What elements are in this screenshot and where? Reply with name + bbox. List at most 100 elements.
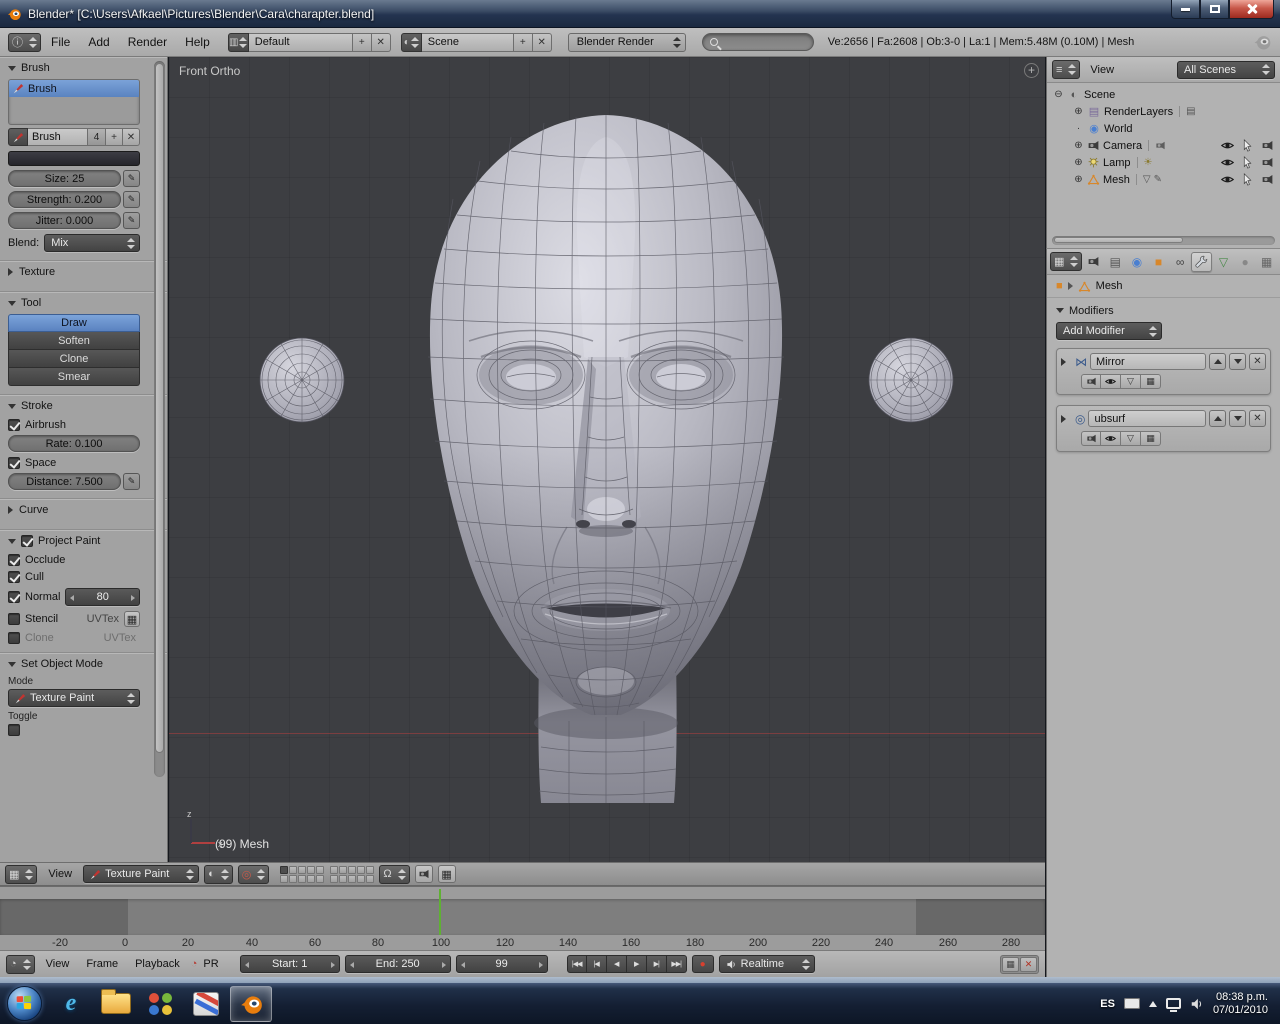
selectability-cursor-icon[interactable]	[1241, 156, 1254, 169]
frame-end-field[interactable]: End: 250	[345, 955, 451, 973]
screen-icon-button[interactable]: ▦	[1002, 957, 1019, 972]
scene-delete-button[interactable]: ✕	[533, 33, 552, 52]
modifier-name-field[interactable]: Mirror	[1090, 353, 1206, 370]
modifier-expand-icon[interactable]	[1061, 358, 1066, 366]
panel-stroke-header[interactable]: Stroke	[8, 398, 161, 414]
modifier-delete-button[interactable]: ✕	[1249, 410, 1266, 427]
selectability-cursor-icon[interactable]	[1241, 173, 1254, 186]
occlude-checkbox[interactable]	[8, 554, 20, 566]
size-pressure-toggle[interactable]: ✎	[123, 170, 140, 187]
interaction-mode-select[interactable]: Texture Paint	[83, 865, 199, 883]
brush-preview-selected[interactable]: Brush	[9, 80, 139, 97]
network-monitor-icon[interactable]	[1166, 998, 1181, 1009]
modifier-move-up-button[interactable]	[1209, 410, 1226, 427]
screen-layout-delete-button[interactable]: ✕	[372, 33, 391, 52]
brush-unlink-button[interactable]: ✕	[123, 128, 140, 146]
search-input[interactable]	[702, 33, 814, 51]
tab-object[interactable]: ■	[1148, 252, 1169, 272]
preview-range-clock-icon[interactable]: ◔	[191, 958, 198, 970]
renderability-camera-icon[interactable]	[1261, 139, 1274, 152]
toggle-checkbox[interactable]	[8, 724, 20, 736]
timeline-ruler[interactable]: -20 0 20 40 60 80 100 120 140 160 180 20…	[0, 886, 1045, 950]
brush-size-slider[interactable]: Size: 25	[8, 170, 121, 187]
jitter-pressure-toggle[interactable]: ✎	[123, 212, 140, 229]
snap-toggle[interactable]: Ω	[379, 865, 409, 884]
modifier-realtime-toggle[interactable]	[1101, 431, 1121, 446]
scrollbar-thumb[interactable]	[1054, 237, 1183, 243]
panel-object-mode-header[interactable]: Set Object Mode	[8, 656, 161, 672]
clone-checkbox[interactable]	[8, 632, 20, 644]
next-keyframe-button[interactable]: ▶|	[647, 955, 667, 973]
brush-add-button[interactable]: +	[106, 128, 123, 146]
taskbar-explorer-button[interactable]	[95, 986, 137, 1022]
modifier-move-down-button[interactable]	[1229, 353, 1246, 370]
layer-cell-active[interactable]	[280, 866, 288, 874]
volume-icon[interactable]	[1190, 997, 1204, 1011]
renderability-camera-icon[interactable]	[1261, 173, 1274, 186]
distance-slider[interactable]: Distance: 7.500	[8, 473, 121, 490]
brush-color-swatch[interactable]	[8, 151, 140, 166]
timeline-menu-frame[interactable]: Frame	[80, 958, 124, 970]
editor-type-button-properties[interactable]: ▦	[1050, 252, 1082, 271]
show-hidden-icons-button[interactable]	[1149, 1001, 1157, 1007]
taskbar-paint-button[interactable]	[185, 986, 227, 1022]
current-frame-field[interactable]: 99	[456, 955, 548, 973]
strength-pressure-toggle[interactable]: ✎	[123, 191, 140, 208]
scene-add-button[interactable]: +	[514, 33, 533, 52]
renderability-camera-icon[interactable]	[1261, 156, 1274, 169]
collapse-icon[interactable]: ⊖	[1053, 89, 1064, 100]
modifier-cage-toggle[interactable]: ▦	[1141, 431, 1161, 446]
stencil-checkbox[interactable]	[8, 613, 20, 625]
modifier-editmode-toggle[interactable]: ▽	[1121, 374, 1141, 389]
menu-help[interactable]: Help	[177, 29, 218, 56]
airbrush-checkbox[interactable]	[8, 419, 20, 431]
brush-strength-slider[interactable]: Strength: 0.200	[8, 191, 121, 208]
current-frame-cursor[interactable]	[439, 889, 441, 935]
3d-viewport[interactable]: Front Ortho (99) Mesh + x z	[169, 57, 1045, 862]
window-titlebar[interactable]: Blender* [C:\Users\Afkael\Pictures\Blend…	[0, 0, 1280, 28]
taskbar-blender-button[interactable]	[230, 986, 272, 1022]
screen-layout-icon[interactable]: ▥	[228, 33, 249, 52]
tab-world[interactable]: ◉	[1127, 252, 1148, 272]
brush-jitter-slider[interactable]: Jitter: 0.000	[8, 212, 121, 229]
screen-layout-value[interactable]: Default	[249, 33, 353, 52]
keyboard-icon[interactable]	[1124, 998, 1140, 1009]
project-paint-checkbox[interactable]	[21, 535, 33, 547]
timeline-menu-view[interactable]: View	[40, 958, 76, 970]
mode-select[interactable]: Texture Paint	[8, 689, 140, 707]
prev-keyframe-button[interactable]: |◀	[587, 955, 607, 973]
space-checkbox[interactable]	[8, 457, 20, 469]
render-result-icon[interactable]: ▤	[1186, 106, 1195, 117]
editor-type-button-outliner[interactable]: ≡	[1052, 60, 1080, 79]
normal-checkbox[interactable]	[8, 591, 20, 603]
editor-type-button-3dview[interactable]: ▦	[5, 865, 37, 884]
visibility-eye-icon[interactable]	[1221, 156, 1234, 169]
taskbar-app-button[interactable]	[140, 986, 182, 1022]
tool-soften-button[interactable]: Soften	[8, 332, 140, 350]
tree-row-world[interactable]: · ◉ World	[1053, 120, 1280, 137]
viewport-shading-select[interactable]: ◐	[204, 865, 233, 884]
viewport-menu-view[interactable]: View	[42, 868, 78, 880]
tab-modifiers[interactable]	[1191, 252, 1212, 272]
outliner-h-scrollbar[interactable]	[1052, 236, 1275, 245]
panel-texture-header[interactable]: Texture	[8, 264, 161, 280]
brush-icon-button[interactable]	[8, 128, 28, 146]
play-button[interactable]: ▶	[627, 955, 647, 973]
cull-checkbox[interactable]	[8, 571, 20, 583]
scene-icon[interactable]: ◐	[401, 33, 422, 52]
modifier-render-toggle[interactable]	[1081, 374, 1101, 389]
modifier-move-up-button[interactable]	[1209, 353, 1226, 370]
preview-range-label[interactable]: PR	[202, 958, 224, 970]
tree-row-scene[interactable]: ⊖ ◐ Scene	[1053, 86, 1280, 103]
menu-render[interactable]: Render	[120, 29, 175, 56]
modifier-expand-icon[interactable]	[1061, 415, 1066, 423]
modifier-editmode-toggle[interactable]: ▽	[1121, 431, 1141, 446]
render-engine-select[interactable]: Blender Render	[568, 33, 686, 52]
tool-smear-button[interactable]: Smear	[8, 368, 140, 386]
tab-constraints[interactable]: ∞	[1170, 252, 1191, 272]
region-expand-icon[interactable]: +	[1024, 63, 1039, 78]
tree-row-mesh[interactable]: ⊕ Mesh ▽ ✎	[1053, 171, 1280, 188]
panel-curve-header[interactable]: Curve	[8, 502, 161, 518]
expand-icon[interactable]: ⊕	[1073, 140, 1084, 151]
modifier-name-field[interactable]: ubsurf	[1088, 410, 1206, 427]
